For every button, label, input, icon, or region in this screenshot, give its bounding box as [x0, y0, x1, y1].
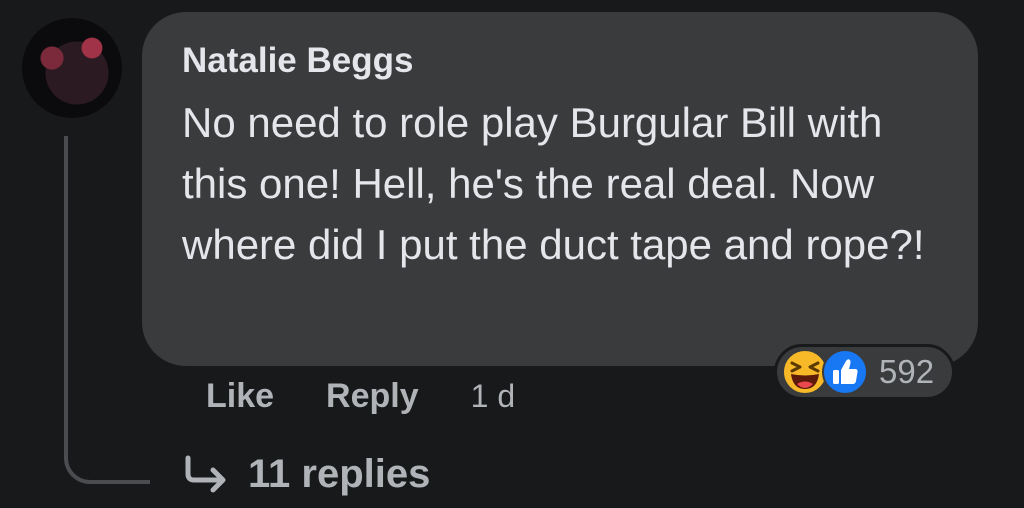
comment-text: No need to role play Burgular Bill with … [182, 99, 925, 268]
thread-connector-line [64, 136, 150, 484]
reply-button[interactable]: Reply [326, 377, 419, 416]
reply-arrow-icon [185, 455, 226, 493]
timestamp[interactable]: 1 d [471, 378, 515, 415]
thumbs-up-icon [822, 349, 868, 395]
comment-actions: Like Reply 1 d [206, 372, 515, 420]
view-replies-link[interactable]: 11 replies [180, 448, 430, 500]
replies-count-label[interactable]: 11 replies [248, 452, 430, 497]
comment-author[interactable]: Natalie Beggs [182, 40, 938, 82]
avatar[interactable] [22, 18, 122, 118]
comment-bubble: Natalie Beggs No need to role play Burgu… [142, 12, 978, 366]
like-button[interactable]: Like [206, 377, 274, 416]
reaction-count: 592 [879, 353, 935, 390]
reactions-summary[interactable]: 592 [774, 344, 956, 400]
